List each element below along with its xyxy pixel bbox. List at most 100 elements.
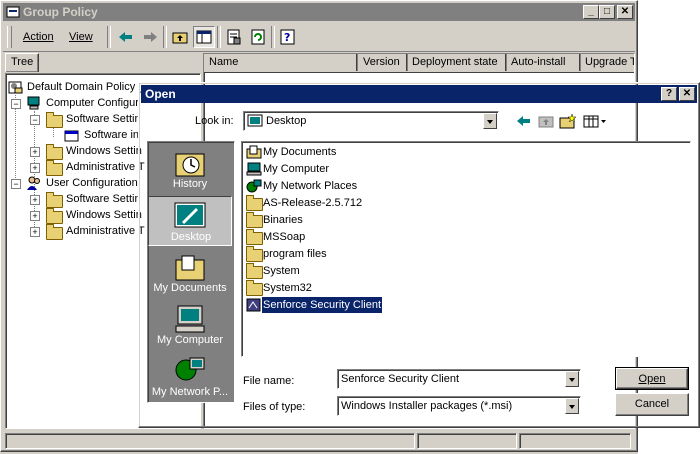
close-main-button[interactable]: ✕ (617, 5, 633, 19)
status-pane-1 (5, 433, 415, 449)
file-list[interactable]: My Documents My Computer My Network Plac… (241, 141, 691, 357)
column-header-deployment-state[interactable]: Deployment state (407, 54, 507, 71)
tab-tree[interactable]: Tree (5, 53, 39, 72)
app-icon (6, 5, 20, 19)
history-icon (174, 148, 206, 181)
action-menu[interactable]: Action (23, 31, 54, 43)
refresh-button[interactable] (247, 26, 269, 48)
column-header-row: Name Version Deployment state Auto-insta… (204, 54, 634, 73)
back-button[interactable] (513, 110, 535, 132)
chevron-down-icon[interactable] (483, 113, 497, 129)
refresh-icon (251, 29, 265, 45)
look-in-combobox[interactable]: Desktop (243, 111, 499, 131)
toolbar: Action View ? (3, 23, 635, 52)
folder-icon (46, 224, 63, 240)
expand-computer-config-toggle[interactable]: − (11, 99, 21, 109)
desktop-icon (247, 113, 263, 132)
help-icon: ? (280, 29, 295, 45)
back-arrow-icon (119, 32, 132, 42)
expand-user-software-settings-toggle[interactable]: + (30, 195, 40, 205)
files-of-type-select[interactable]: Windows Installer packages (*.msi) (337, 396, 581, 416)
place-my-network[interactable]: My Network P... (148, 354, 232, 400)
help-button[interactable]: ? (661, 87, 677, 101)
column-header-upgrade[interactable]: Upgrade T (580, 54, 634, 71)
network-icon (174, 356, 206, 389)
column-header-auto-install[interactable]: Auto-install (506, 54, 581, 71)
folder-icon (246, 280, 263, 296)
place-desktop[interactable]: Desktop (148, 196, 232, 246)
back-arrow-icon (517, 116, 530, 126)
expand-windows-settings-toggle[interactable]: + (30, 147, 40, 157)
open-button[interactable]: Open (615, 367, 689, 390)
tree-item-user-admin-templates[interactable]: Administrative T (66, 225, 145, 237)
properties-button[interactable] (223, 26, 245, 48)
maximize-button[interactable]: □ (599, 5, 615, 19)
tree-item-user-software-settings[interactable]: Software Settin (66, 193, 141, 205)
console-tree-icon (196, 30, 212, 44)
tree-item-computer-config[interactable]: Computer Configur (46, 97, 139, 109)
folder-icon (46, 208, 63, 224)
help-button-main[interactable]: ? (277, 26, 299, 48)
status-pane-3 (519, 433, 631, 449)
main-titlebar: Group Policy _ □ ✕ (3, 3, 635, 21)
places-bar: History Desktop My Documents My Computer… (147, 141, 235, 403)
forward-arrow-icon (144, 32, 157, 42)
tree-item-software-settings[interactable]: Software Settin (66, 113, 141, 125)
file-name-label: File name: (243, 375, 295, 387)
chevron-down-icon[interactable] (565, 398, 579, 414)
up-one-level-button[interactable] (535, 110, 557, 132)
collapse-software-settings-toggle[interactable]: − (30, 115, 40, 125)
folder-up-icon (538, 116, 554, 128)
computer-icon (26, 95, 42, 114)
place-my-computer[interactable]: My Computer (148, 302, 232, 348)
back-button[interactable] (115, 26, 137, 48)
file-name-combobox[interactable]: Senforce Security Client (337, 369, 581, 389)
my-documents-icon (246, 145, 262, 162)
collapse-user-config-toggle[interactable]: − (11, 179, 21, 189)
tree-item-admin-templates[interactable]: Administrative T (66, 161, 145, 173)
up-level-button[interactable] (169, 26, 191, 48)
place-my-documents[interactable]: My Documents (148, 250, 232, 296)
folder-icon (246, 212, 263, 228)
view-list-icon (583, 115, 606, 128)
new-folder-button[interactable] (557, 110, 579, 132)
cancel-button[interactable]: Cancel (615, 393, 689, 416)
close-dialog-button[interactable]: ✕ (679, 87, 695, 101)
folder-icon (46, 144, 63, 160)
column-header-version[interactable]: Version (358, 54, 408, 71)
tree-item-windows-settings[interactable]: Windows Settin (66, 145, 142, 157)
users-icon (26, 175, 42, 194)
folder-icon (46, 112, 63, 128)
column-header-name[interactable]: Name (204, 54, 358, 71)
forward-button[interactable] (139, 26, 161, 48)
tree-item-user-windows-settings[interactable]: Windows Settin (66, 209, 142, 221)
status-bar (3, 431, 635, 451)
expand-admin-templates-toggle[interactable]: + (30, 163, 40, 173)
msi-package-icon (246, 298, 262, 315)
msi-package-icon (64, 129, 80, 146)
folder-icon (46, 160, 63, 176)
main-title: Group Policy (23, 5, 98, 19)
open-dialog: Open ? ✕ Look in: Desktop History Deskto… (138, 82, 700, 428)
folder-icon (246, 246, 263, 262)
show-hide-tree-button[interactable] (193, 26, 215, 48)
folder-icon (46, 192, 63, 208)
tree-item-software-installation[interactable]: Software in (84, 129, 139, 141)
minimize-button[interactable]: _ (583, 5, 599, 19)
tree-item-root[interactable]: Default Domain Policy [ (27, 81, 141, 93)
expand-user-windows-settings-toggle[interactable]: + (30, 211, 40, 221)
network-icon (246, 179, 262, 196)
chevron-down-icon[interactable] (565, 371, 579, 387)
properties-icon (227, 29, 241, 45)
folder-icon (246, 195, 263, 211)
place-history[interactable]: History (148, 146, 232, 192)
view-menu[interactable]: View (69, 31, 93, 43)
folder-up-icon (172, 32, 188, 44)
expand-user-admin-templates-toggle[interactable]: + (30, 227, 40, 237)
svg-text:?: ? (284, 31, 290, 44)
files-of-type-label: Files of type: (243, 401, 306, 413)
folder-icon (246, 263, 263, 279)
view-menu-button[interactable] (581, 110, 609, 132)
tree-item-user-config[interactable]: User Configuration (46, 177, 138, 189)
dialog-title: Open (145, 87, 176, 101)
